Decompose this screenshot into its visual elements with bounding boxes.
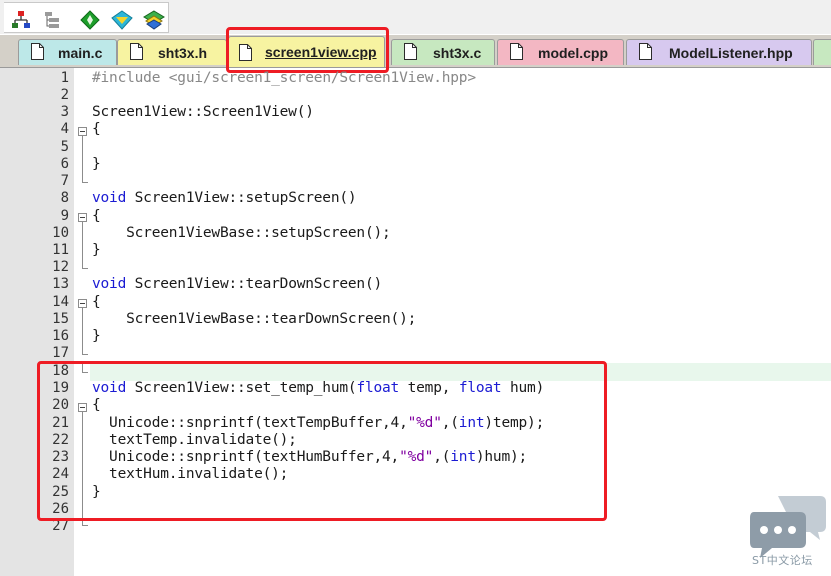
tab-sht3x-c[interactable]: sht3x.c (391, 39, 495, 65)
tab-label: sht3x.c (433, 44, 482, 61)
toolbar (0, 0, 831, 34)
fold-toggle[interactable] (78, 127, 87, 136)
code-line-3: Screen1View::Screen1View() (92, 104, 314, 120)
code-line-9: { (92, 208, 101, 224)
document-icon (510, 43, 523, 60)
fold-end (82, 354, 88, 355)
code-line-6: } (92, 156, 101, 172)
line-number: 11 (52, 242, 69, 258)
tab-label: ModelListener.hpp (669, 44, 793, 61)
stack-layers-icon[interactable] (143, 9, 165, 31)
document-icon (130, 43, 143, 60)
tab-highlight-box (226, 27, 389, 73)
fold-end (82, 268, 88, 269)
code-line-4: { (92, 121, 101, 137)
code-line-10: Screen1ViewBase::setupScreen(); (92, 225, 391, 241)
line-number: 5 (60, 139, 69, 155)
fold-end (82, 525, 88, 526)
tab-label: main.c (58, 44, 103, 61)
diamond-nav-icon[interactable] (79, 9, 101, 31)
tab-sht3x-h[interactable]: sht3x.h (117, 39, 227, 65)
line-number: 16 (52, 328, 69, 344)
tab-overflow[interactable] (813, 39, 831, 65)
code-line-15: Screen1ViewBase::tearDownScreen(); (92, 311, 417, 327)
diamond-funnel-icon[interactable] (111, 9, 133, 31)
tab-modellistener-hpp[interactable]: ModelListener.hpp (626, 39, 812, 65)
fold-toggle[interactable] (78, 213, 87, 222)
line-number: 1 (60, 70, 69, 86)
tab-label: model.cpp (538, 44, 609, 61)
code-line-13: void Screen1View::tearDownScreen() (92, 276, 383, 292)
fold-line (82, 308, 83, 354)
document-icon (639, 43, 652, 60)
code-line-11: } (92, 242, 101, 258)
line-number: 4 (60, 121, 69, 137)
tree-list-icon[interactable] (42, 9, 64, 31)
code-highlight-box (37, 361, 607, 521)
line-number: 13 (52, 276, 69, 292)
tab-strip: main.c sht3x.h screen1view.cpp sht3x.c m… (0, 35, 831, 68)
tab-main-c[interactable]: main.c (18, 39, 117, 65)
line-number: 3 (60, 104, 69, 120)
document-icon (404, 43, 417, 60)
hierarchy-icon[interactable] (10, 9, 32, 31)
line-number: 14 (52, 294, 69, 310)
code-line-1: #include <gui/screen1_screen/Screen1View… (92, 70, 476, 86)
line-number: 10 (52, 225, 69, 241)
tab-model-cpp[interactable]: model.cpp (497, 39, 624, 65)
document-icon (31, 43, 44, 60)
tab-label: sht3x.h (158, 44, 208, 61)
fold-line (82, 222, 83, 268)
line-number: 6 (60, 156, 69, 172)
code-line-8: void Screen1View::setupScreen() (92, 190, 357, 206)
line-number: 17 (52, 345, 69, 361)
line-number: 2 (60, 87, 69, 103)
line-number: 12 (52, 259, 69, 275)
fold-toggle[interactable] (78, 299, 87, 308)
fold-end (82, 182, 88, 183)
code-line-14: { (92, 294, 101, 310)
toolbar-group (4, 2, 169, 33)
line-number: 7 (60, 173, 69, 189)
code-line-16: } (92, 328, 101, 344)
watermark-text: ST中文论坛 (752, 554, 813, 567)
line-number: 9 (60, 208, 69, 224)
fold-line (82, 136, 83, 182)
line-number: 8 (60, 190, 69, 206)
line-number: 15 (52, 311, 69, 327)
